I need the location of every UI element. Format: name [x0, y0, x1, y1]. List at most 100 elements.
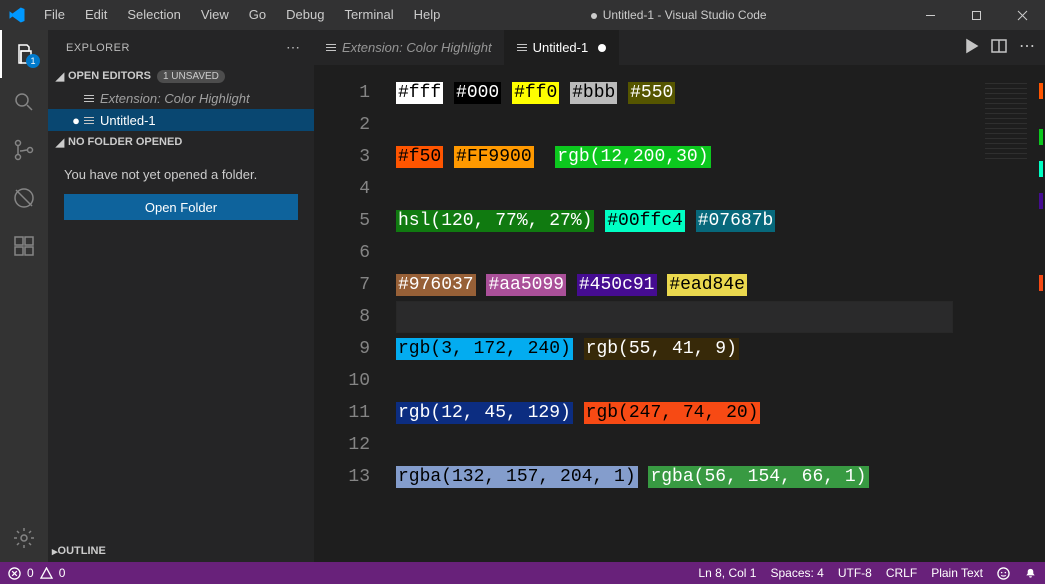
menu-debug[interactable]: Debug	[276, 0, 334, 30]
no-folder-message: You have not yet opened a folder.	[48, 153, 314, 194]
line-number: 10	[314, 365, 370, 397]
color-token: #976037	[396, 274, 476, 296]
line-number: 1	[314, 77, 370, 109]
minimap[interactable]	[981, 65, 1045, 562]
code-line[interactable]	[396, 365, 981, 397]
code-line[interactable]	[396, 173, 981, 205]
minimap-decoration	[1039, 275, 1043, 291]
color-token: #450c91	[577, 274, 657, 296]
status-spaces[interactable]: Spaces: 4	[770, 566, 823, 580]
activity-badge: 1	[26, 54, 40, 68]
error-count[interactable]: 0	[27, 566, 34, 580]
line-number: 3	[314, 141, 370, 173]
status-bar: 0 0 Ln 8, Col 1 Spaces: 4 UTF-8 CRLF Pla…	[0, 562, 1045, 584]
activity-settings[interactable]	[0, 514, 48, 562]
minimap-decoration	[1039, 83, 1043, 99]
color-token: #aa5099	[486, 274, 566, 296]
open-editors-header[interactable]: ◢ Open Editors 1 UNSAVED	[48, 65, 314, 87]
code-line[interactable]	[396, 301, 953, 333]
file-label: Untitled-1	[100, 113, 156, 128]
status-ln-col[interactable]: Ln 8, Col 1	[698, 566, 756, 580]
code-line[interactable]: #fff #000 #ff0 #bbb #550	[396, 77, 981, 109]
open-editor-item[interactable]: Extension: Color Highlight	[48, 87, 314, 109]
menu-terminal[interactable]: Terminal	[334, 0, 403, 30]
editor-body[interactable]: 12345678910111213 #fff #000 #ff0 #bbb #5…	[314, 65, 1045, 562]
color-token: rgba(132, 157, 204, 1)	[396, 466, 638, 488]
color-token: hsl(120, 77%, 27%)	[396, 210, 594, 232]
menu-help[interactable]: Help	[404, 0, 451, 30]
activity-bar: 1	[0, 30, 48, 562]
code-line[interactable]	[396, 109, 981, 141]
code-line[interactable]: rgb(12, 45, 129) rgb(247, 74, 20)	[396, 397, 981, 429]
sidebar: Explorer ⋯ ◢ Open Editors 1 UNSAVED Exte…	[48, 30, 314, 562]
activity-scm[interactable]	[0, 126, 48, 174]
activity-search[interactable]	[0, 78, 48, 126]
color-token: #000	[454, 82, 501, 104]
menu-file[interactable]: File	[34, 0, 75, 30]
color-token: rgba(56, 154, 66, 1)	[648, 466, 868, 488]
chevron-down-icon: ◢	[52, 70, 68, 83]
open-editor-item[interactable]: ●Untitled-1	[48, 109, 314, 131]
color-token: rgb(55, 41, 9)	[584, 338, 739, 360]
tab-label: Extension: Color Highlight	[342, 40, 492, 55]
activity-explorer[interactable]: 1	[0, 30, 48, 78]
menu-selection[interactable]: Selection	[117, 0, 190, 30]
menu-view[interactable]: View	[191, 0, 239, 30]
code-line[interactable]: #f50 #FF9900 rgb(12,200,30)	[396, 141, 981, 173]
tab-label: Untitled-1	[533, 40, 589, 55]
status-eol[interactable]: CRLF	[886, 566, 917, 580]
vscode-window: FileEditSelectionViewGoDebugTerminalHelp…	[0, 0, 1045, 584]
warning-count[interactable]: 0	[59, 566, 66, 580]
run-icon[interactable]	[963, 38, 979, 57]
open-folder-button[interactable]: Open Folder	[64, 194, 298, 220]
dirty-dot-icon	[591, 13, 597, 19]
title-bar: FileEditSelectionViewGoDebugTerminalHelp…	[0, 0, 1045, 30]
menu-go[interactable]: Go	[239, 0, 276, 30]
maximize-button[interactable]	[953, 0, 999, 30]
color-token: #FF9900	[454, 146, 534, 168]
line-number: 7	[314, 269, 370, 301]
feedback-icon[interactable]	[997, 567, 1010, 580]
file-label: Extension: Color Highlight	[100, 91, 250, 106]
code-line[interactable]: rgba(132, 157, 204, 1) rgba(56, 154, 66,…	[396, 461, 981, 493]
code-line[interactable]: hsl(120, 77%, 27%) #00ffc4 #07687b	[396, 205, 981, 237]
sidebar-more-icon[interactable]: ⋯	[286, 39, 302, 56]
line-gutter: 12345678910111213	[314, 65, 388, 562]
code-line[interactable]: rgb(3, 172, 240) rgb(55, 41, 9)	[396, 333, 981, 365]
bell-icon[interactable]	[1024, 567, 1037, 580]
code-line[interactable]: #976037 #aa5099 #450c91 #ead84e	[396, 269, 981, 301]
activity-extensions[interactable]	[0, 222, 48, 270]
editor-toolbar: ⋯	[963, 30, 1045, 65]
code-line[interactable]	[396, 237, 981, 269]
menu-edit[interactable]: Edit	[75, 0, 117, 30]
line-number: 8	[314, 301, 370, 333]
file-icon	[326, 44, 336, 51]
color-token: #f50	[396, 146, 443, 168]
more-actions-icon[interactable]: ⋯	[1019, 36, 1037, 60]
window-title: Untitled-1 - Visual Studio Code	[450, 8, 907, 22]
color-token: #07687b	[696, 210, 776, 232]
status-encoding[interactable]: UTF-8	[838, 566, 872, 580]
split-editor-icon[interactable]	[991, 38, 1007, 57]
code-line[interactable]	[396, 429, 981, 461]
file-icon	[517, 44, 527, 51]
line-number: 2	[314, 109, 370, 141]
outline-header[interactable]: ▸ Outline	[48, 540, 314, 562]
close-button[interactable]	[999, 0, 1045, 30]
sidebar-title: Explorer ⋯	[48, 30, 314, 65]
color-token: #ff0	[512, 82, 559, 104]
minimap-decoration	[1039, 161, 1043, 177]
activity-debug[interactable]	[0, 174, 48, 222]
line-number: 11	[314, 397, 370, 429]
editor-tab[interactable]: Extension: Color Highlight	[314, 30, 505, 65]
status-language[interactable]: Plain Text	[931, 566, 983, 580]
editor-tab[interactable]: Untitled-1	[505, 30, 620, 65]
minimize-button[interactable]	[907, 0, 953, 30]
app-logo-icon	[0, 6, 34, 24]
file-icon	[84, 95, 94, 102]
warnings-icon[interactable]	[40, 567, 53, 580]
code-area[interactable]: #fff #000 #ff0 #bbb #550 #f50 #FF9900 rgb…	[388, 65, 981, 562]
no-folder-header[interactable]: ◢ No Folder Opened	[48, 131, 314, 153]
color-token: rgb(12,200,30)	[555, 146, 710, 168]
errors-icon[interactable]	[8, 567, 21, 580]
